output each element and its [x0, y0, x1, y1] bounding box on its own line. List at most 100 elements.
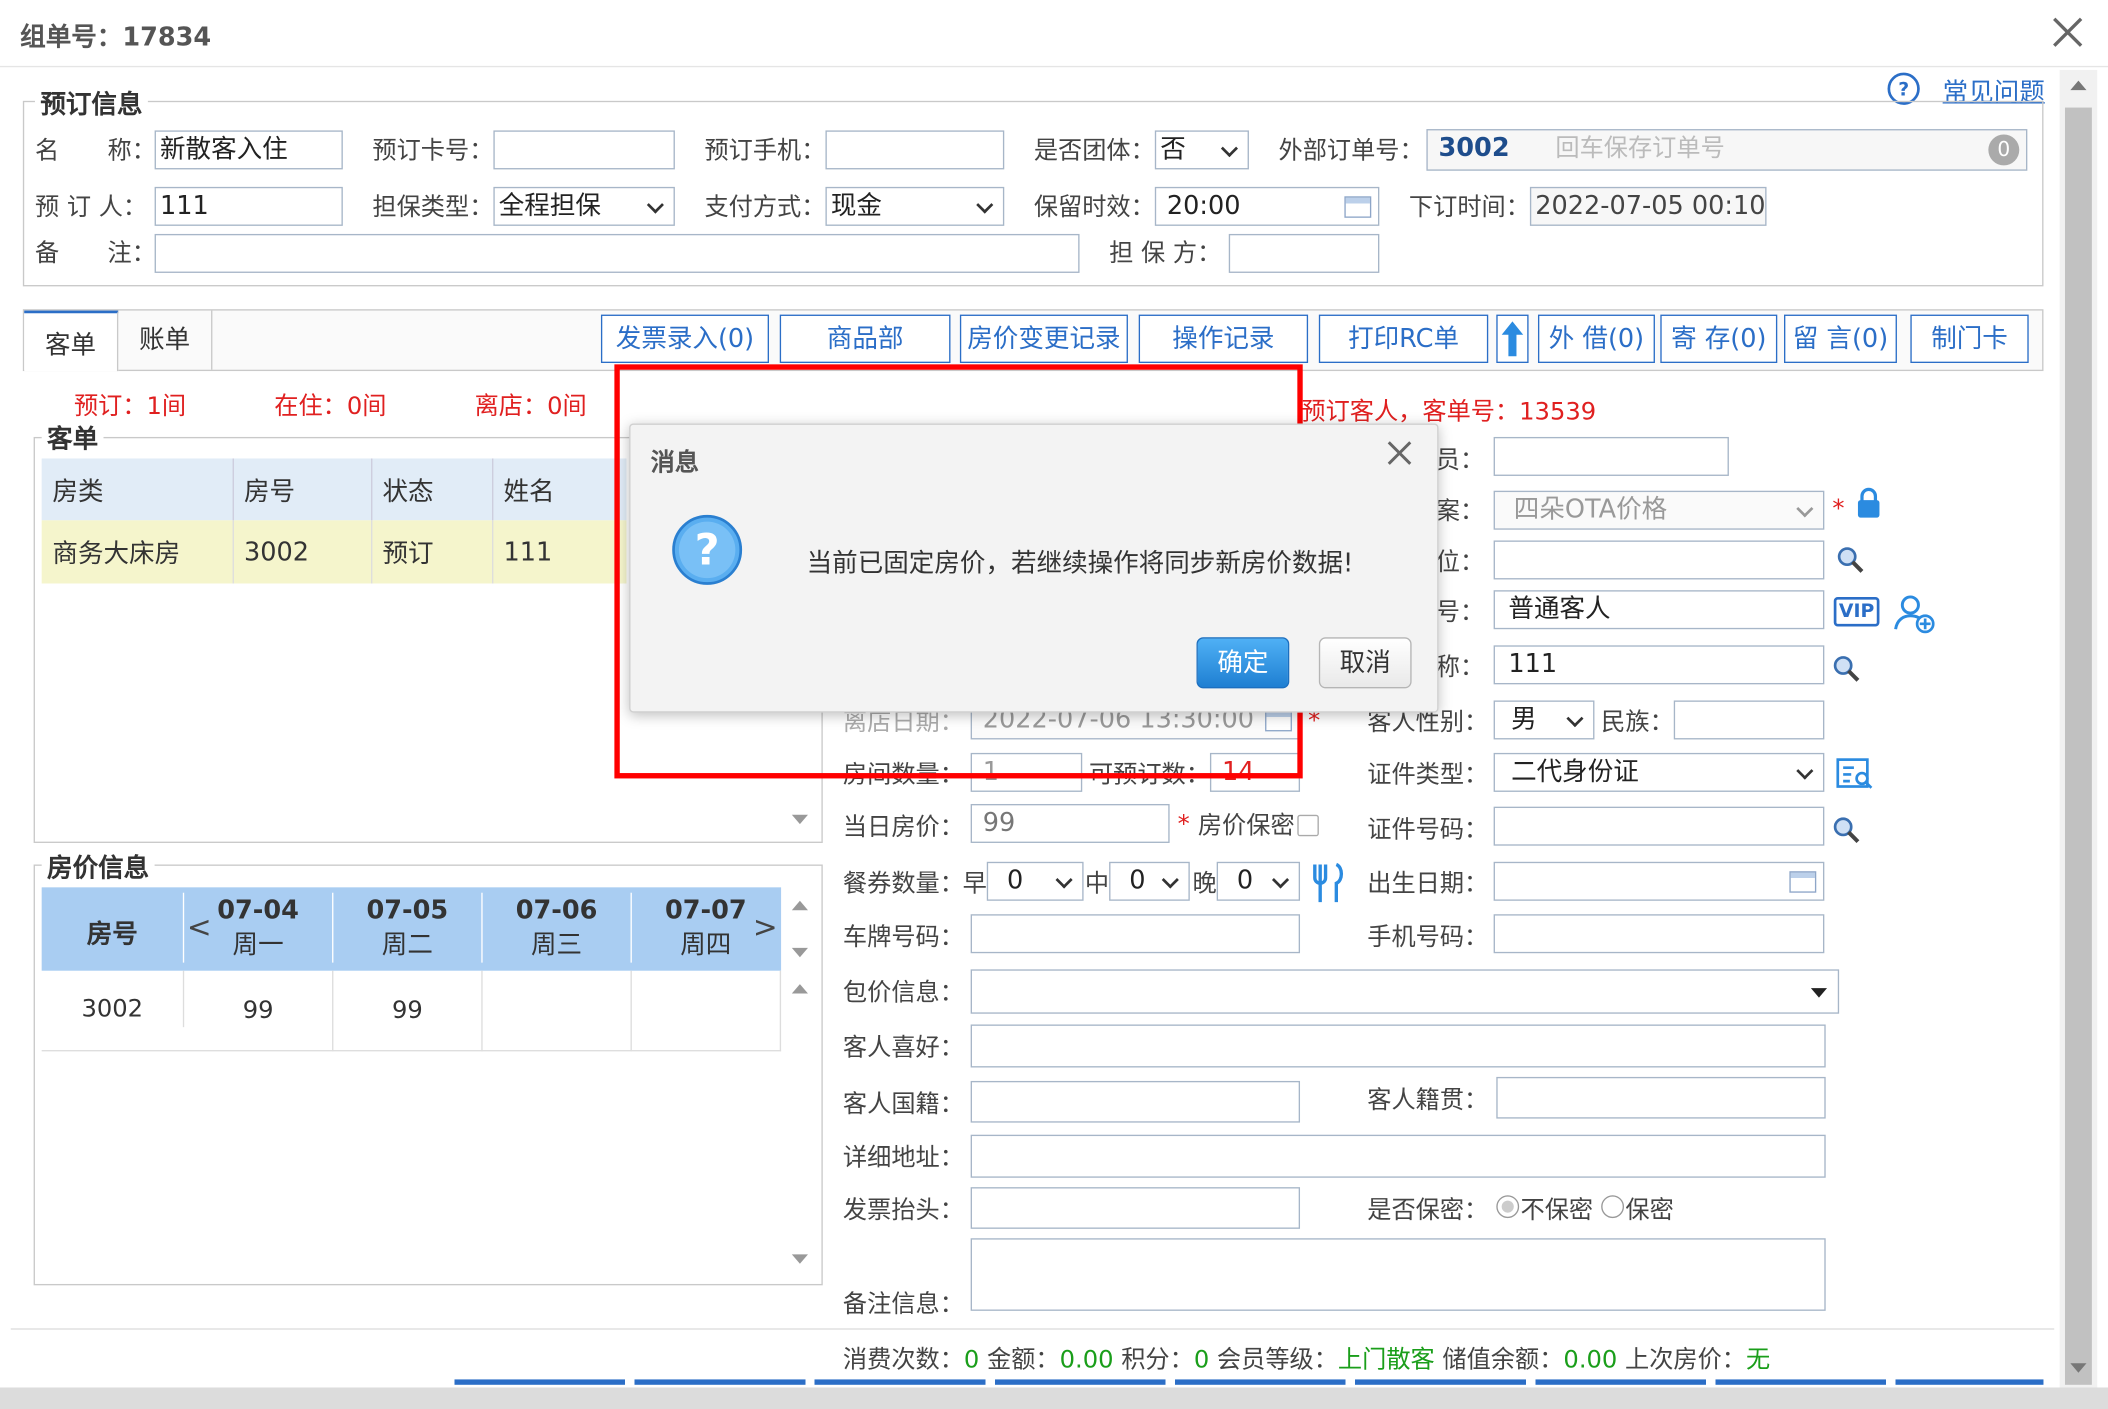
phone-input[interactable]: [825, 130, 1005, 170]
member-label: 号：: [1435, 598, 1485, 627]
calendar-icon[interactable]: [1344, 196, 1372, 218]
message-button[interactable]: 留 言(0): [1784, 314, 1897, 364]
preference-input[interactable]: [970, 1024, 1826, 1068]
date: 07-06: [515, 895, 598, 925]
weekday: 周二: [381, 930, 433, 960]
fork-knife-icon[interactable]: [1309, 862, 1347, 905]
clear-badge[interactable]: 0: [1988, 134, 2020, 166]
price-cell-3: [630, 970, 782, 1052]
pay-select[interactable]: 现金: [825, 186, 1005, 226]
dialog-close-icon[interactable]: [1385, 438, 1415, 468]
tab-bill[interactable]: 账单: [118, 310, 213, 370]
price-scroll-down-2[interactable]: [791, 1254, 808, 1264]
group-select[interactable]: 否: [1154, 130, 1249, 170]
search-icon[interactable]: [1836, 546, 1866, 576]
native-place-input[interactable]: [1496, 1076, 1826, 1119]
booking-legend: 预订信息: [34, 84, 148, 122]
nationality-input[interactable]: [970, 1080, 1301, 1123]
price-plan-select[interactable]: 四朵OTA价格: [1493, 490, 1825, 530]
search-icon[interactable]: [1832, 655, 1862, 685]
deposit-button[interactable]: 寄 存(0): [1660, 314, 1778, 364]
date-col-1: 07-05 周二: [332, 892, 481, 963]
id-type-label: 证件类型：: [1367, 760, 1489, 790]
member-input[interactable]: 普通客人: [1493, 590, 1825, 630]
price-change-log-button[interactable]: 房价变更记录: [959, 314, 1128, 364]
dialog-cancel-button[interactable]: 取消: [1318, 637, 1412, 689]
secret-radio[interactable]: [1601, 1195, 1625, 1219]
price-scroll-up-1[interactable]: [791, 900, 808, 911]
nation-input[interactable]: [1673, 700, 1825, 740]
guarantee-label: 担保类型：: [372, 193, 494, 222]
lock-icon[interactable]: [1855, 487, 1882, 519]
window-title: 组单号：17834: [20, 22, 212, 53]
name-input[interactable]: 新散客入住: [154, 130, 343, 170]
table-row[interactable]: 商务大床房 3002 预订 111: [41, 520, 627, 584]
package-select[interactable]: [970, 969, 1840, 1014]
id-reader-icon[interactable]: [1835, 756, 1875, 794]
dialog-ok-button[interactable]: 确定: [1196, 637, 1290, 689]
calendar-icon[interactable]: [1789, 871, 1817, 893]
date: 07-05: [366, 895, 449, 925]
order-time-label: 下订时间：: [1408, 193, 1530, 222]
not-secret-radio[interactable]: [1496, 1195, 1520, 1219]
breakfast-select[interactable]: 0: [986, 861, 1084, 901]
plate-input[interactable]: [970, 914, 1301, 954]
invoice-title-input[interactable]: [970, 1187, 1301, 1229]
guarantee-select[interactable]: 全程担保: [493, 186, 675, 226]
package-label: 包价信息：: [842, 978, 964, 1008]
search-icon[interactable]: [1832, 816, 1862, 846]
ext-order-label: 外部订单号：: [1278, 137, 1424, 166]
birth-input[interactable]: [1493, 861, 1825, 901]
guest-list-scroll-down[interactable]: [791, 814, 808, 825]
guest-name-input[interactable]: 111: [1493, 645, 1825, 685]
id-type-select[interactable]: 二代身份证: [1493, 752, 1825, 792]
upload-arrow-icon[interactable]: [1496, 314, 1529, 364]
close-icon[interactable]: [2049, 13, 2087, 51]
window-scrollbar[interactable]: [2059, 69, 2098, 1388]
day-price-input[interactable]: 99: [970, 803, 1170, 843]
weekday: 周三: [531, 930, 583, 960]
booker-input[interactable]: 111: [154, 186, 343, 226]
hold-input[interactable]: 20:00: [1154, 186, 1380, 226]
guarantor-label: 担 保 方：: [1109, 239, 1222, 268]
scroll-up-arrow[interactable]: [2070, 80, 2087, 91]
id-no-input[interactable]: [1493, 806, 1825, 846]
price-secret-label: 房价保密: [1197, 812, 1295, 841]
goods-button[interactable]: 商品部: [779, 314, 951, 364]
date-col-2: 07-06 周三: [481, 892, 630, 963]
address-label: 详细地址：: [842, 1144, 964, 1173]
bottom-button-strip: [454, 1379, 2044, 1385]
operation-log-button[interactable]: 操作记录: [1138, 314, 1309, 364]
invoice-entry-button[interactable]: 发票录入(0): [600, 314, 769, 364]
lend-button[interactable]: 外 借(0): [1537, 314, 1655, 364]
lunch-select[interactable]: 0: [1109, 861, 1190, 901]
tab-guest[interactable]: 客单: [24, 310, 119, 372]
secret-label: 是否保密：: [1367, 1196, 1489, 1225]
scroll-thumb[interactable]: [2064, 107, 2092, 1385]
address-input[interactable]: [970, 1134, 1826, 1178]
unit-input[interactable]: [1493, 540, 1825, 580]
guarantor-input[interactable]: [1228, 233, 1380, 273]
remark-input[interactable]: [154, 233, 1080, 273]
vip-icon[interactable]: VIP: [1833, 596, 1880, 627]
level-value: 上门散客: [1337, 1345, 1435, 1375]
card-input[interactable]: [493, 130, 675, 170]
sales-input[interactable]: [1493, 436, 1729, 476]
gender-select[interactable]: 男: [1493, 700, 1595, 740]
dropdown-arrow-icon[interactable]: [1810, 988, 1828, 998]
price-secret-checkbox[interactable]: [1297, 814, 1319, 837]
left-count: 离店：0间: [474, 392, 587, 421]
price-scroll-up-2[interactable]: [791, 984, 808, 994]
ext-order-input[interactable]: 3002 回车保存订单号 0: [1426, 129, 2028, 171]
note-textarea[interactable]: [970, 1238, 1826, 1311]
scroll-down-arrow[interactable]: [2070, 1363, 2087, 1373]
price-scroll-down-1[interactable]: [791, 947, 808, 958]
mobile-input[interactable]: [1493, 914, 1825, 954]
cell-name: 111: [503, 537, 553, 567]
dinner-select[interactable]: 0: [1216, 861, 1301, 901]
print-rc-button[interactable]: 打印RC单: [1318, 314, 1489, 364]
radio-dot: [1501, 1200, 1514, 1213]
make-door-card-button[interactable]: 制门卡: [1910, 314, 2029, 364]
add-user-icon[interactable]: [1893, 592, 1936, 635]
booker-label: 预 订 人：: [34, 193, 148, 222]
